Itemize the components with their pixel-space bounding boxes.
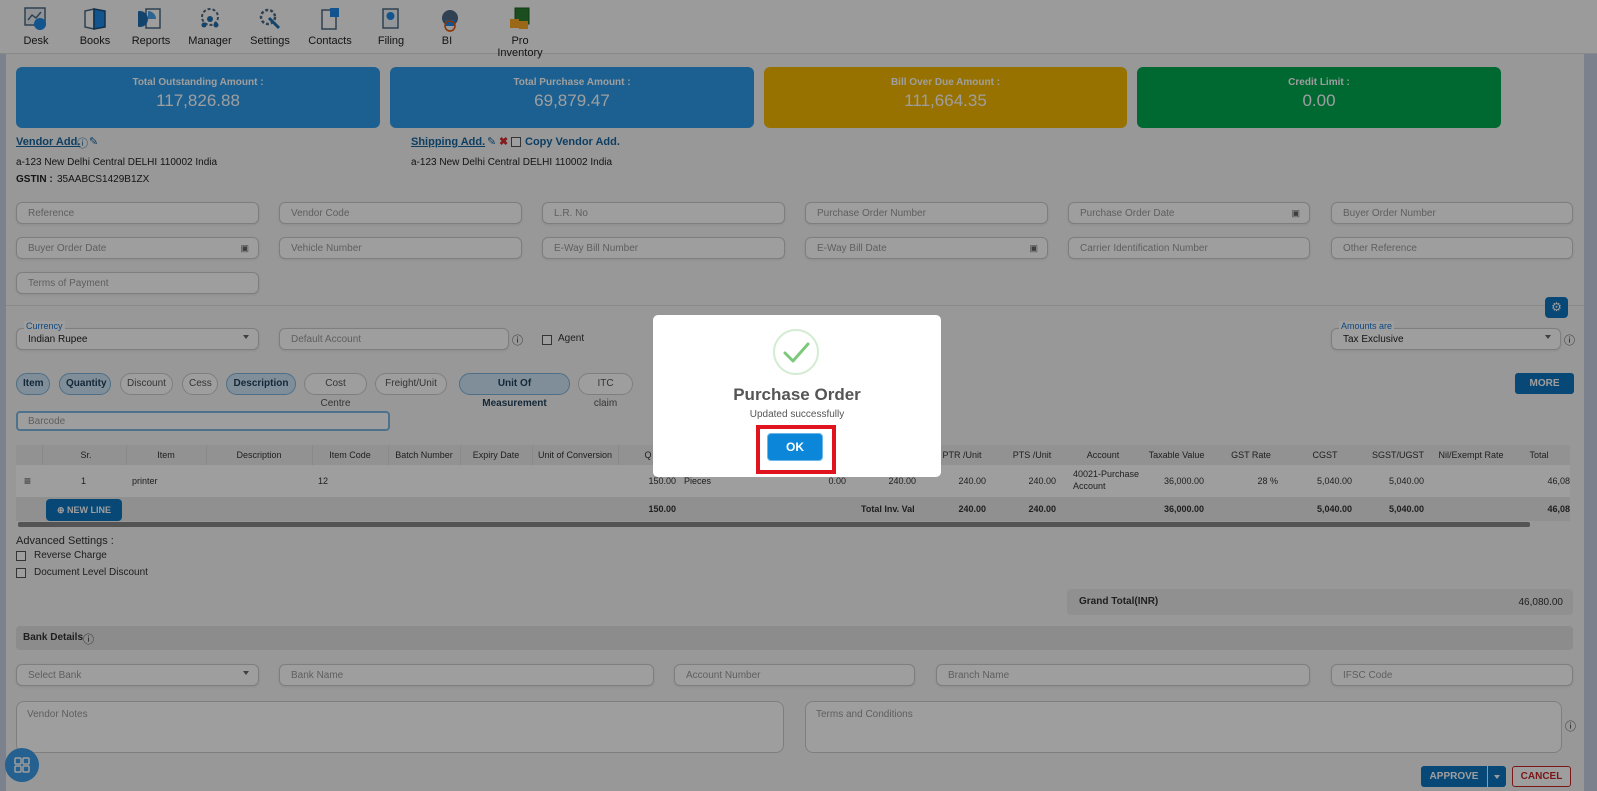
dialog-title: Purchase Order: [733, 385, 861, 404]
ok-button[interactable]: OK: [767, 433, 823, 461]
success-check-icon: [773, 329, 819, 375]
success-dialog: Purchase Order Updated successfully OK: [653, 315, 941, 477]
dialog-message: Updated successfully: [749, 409, 845, 420]
